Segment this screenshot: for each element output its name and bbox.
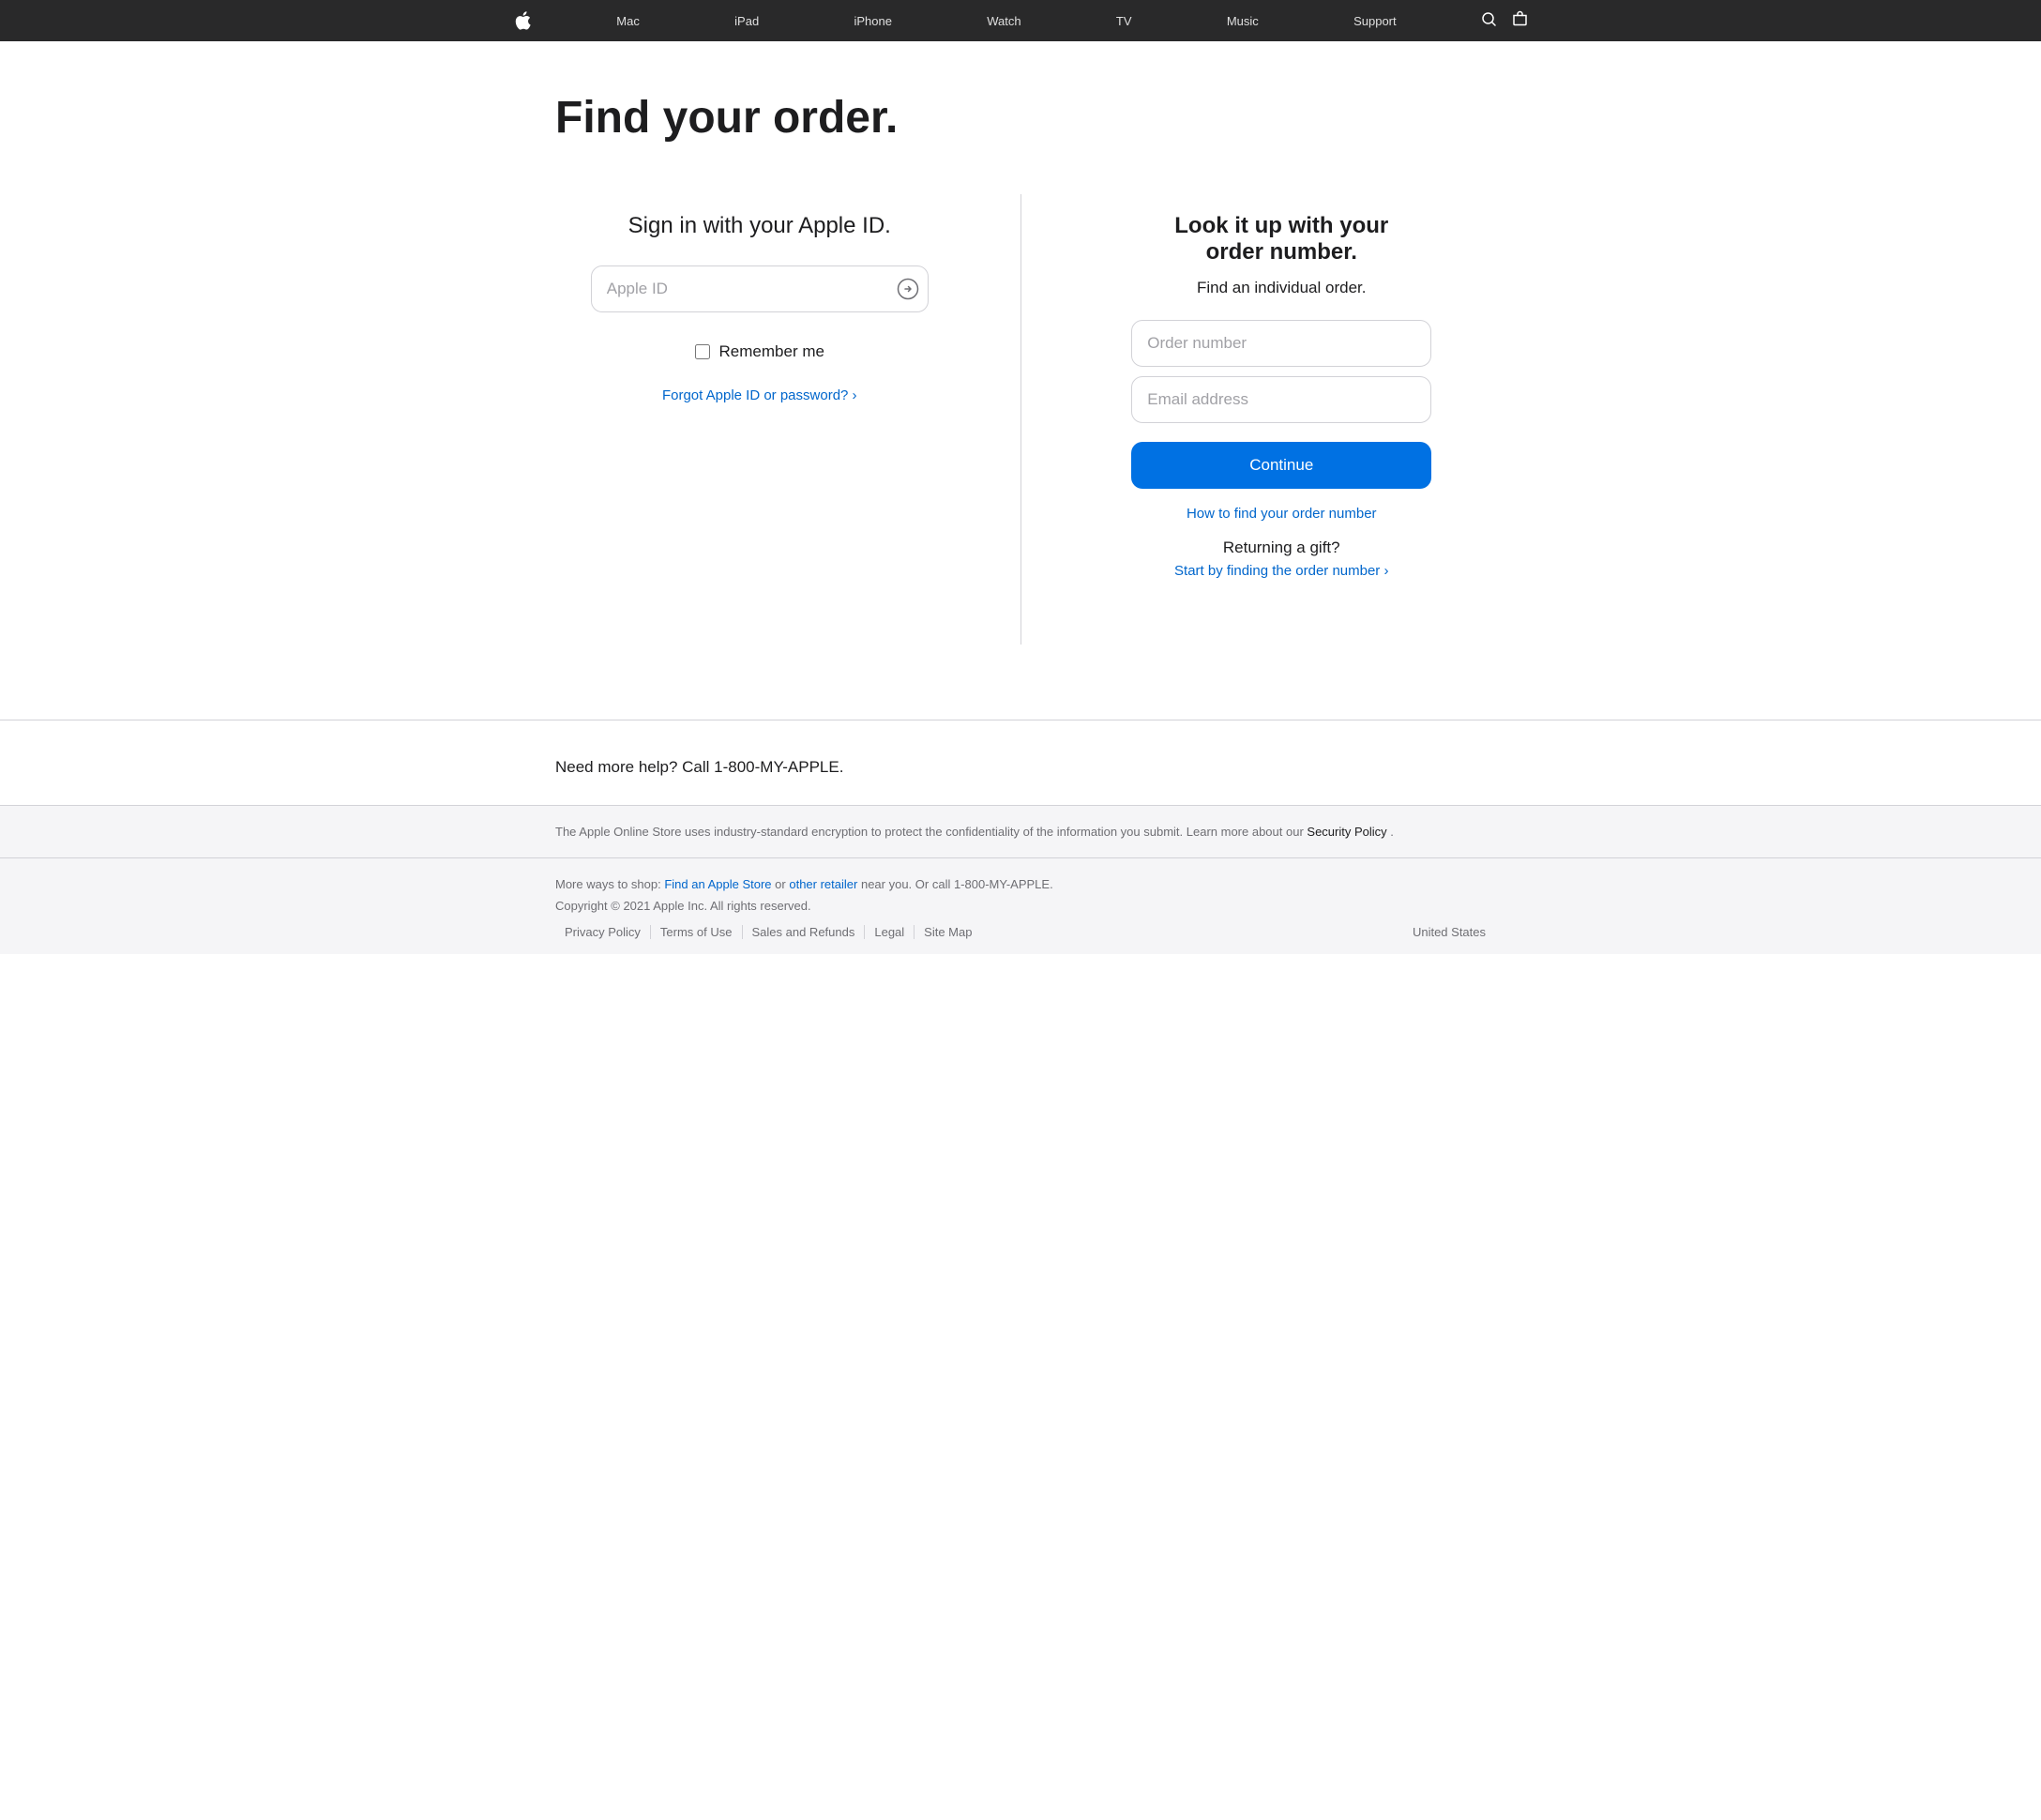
forgot-apple-id-link[interactable]: Forgot Apple ID or password? › <box>662 387 857 403</box>
main-content: Find your order. Sign in with your Apple… <box>514 92 1527 645</box>
security-policy-link[interactable]: Security Policy <box>1307 825 1386 839</box>
remember-me-row: Remember me <box>695 342 824 361</box>
order-form: Continue <box>1131 320 1431 489</box>
footer-help-section: Need more help? Call 1-800-MY-APPLE. <box>0 720 2041 805</box>
page-title: Find your order. <box>555 92 1486 144</box>
footer-left: More ways to shop: Find an Apple Store o… <box>555 873 1053 918</box>
near-text: near you. Or call 1-800-MY-APPLE. <box>861 877 1053 891</box>
more-ways-before: More ways to shop: <box>555 877 661 891</box>
more-ways-text: More ways to shop: Find an Apple Store o… <box>555 873 1053 895</box>
country-selector[interactable]: United States <box>1413 925 1486 939</box>
nav-tv[interactable]: TV <box>1107 14 1141 28</box>
terms-of-use-link[interactable]: Terms of Use <box>651 925 743 939</box>
nav-music[interactable]: Music <box>1217 14 1268 28</box>
legal-link[interactable]: Legal <box>865 925 915 939</box>
site-map-link[interactable]: Site Map <box>915 925 981 939</box>
continue-button[interactable]: Continue <box>1131 442 1431 489</box>
nav-mac[interactable]: Mac <box>607 14 649 28</box>
privacy-policy-link[interactable]: Privacy Policy <box>555 925 651 939</box>
order-lookup-subtext: Find an individual order. <box>1197 279 1367 297</box>
search-icon[interactable] <box>1482 11 1496 31</box>
security-text-after: . <box>1390 825 1394 839</box>
help-text: Need more help? Call 1-800-MY-APPLE. <box>514 758 1527 777</box>
copyright-text: Copyright © 2021 Apple Inc. All rights r… <box>555 895 1053 917</box>
footer-links: Privacy Policy Terms of Use Sales and Re… <box>555 925 981 939</box>
navigation: Mac iPad iPhone Watch TV Music Support <box>0 0 2041 41</box>
find-apple-store-link[interactable]: Find an Apple Store <box>664 877 771 891</box>
start-by-finding-link[interactable]: Start by finding the order number › <box>1174 563 1388 579</box>
sign-in-heading: Sign in with your Apple ID. <box>628 213 891 239</box>
remember-me-label: Remember me <box>719 342 824 361</box>
bag-icon[interactable] <box>1513 10 1527 31</box>
order-number-input[interactable] <box>1131 320 1431 367</box>
footer-bottom: More ways to shop: Find an Apple Store o… <box>0 857 2041 954</box>
footer-security-section: The Apple Online Store uses industry-sta… <box>0 805 2041 857</box>
nav-ipad[interactable]: iPad <box>725 14 768 28</box>
footer-links-row: Privacy Policy Terms of Use Sales and Re… <box>555 925 1486 939</box>
email-address-input[interactable] <box>1131 376 1431 423</box>
nav-support[interactable]: Support <box>1344 14 1406 28</box>
security-text: The Apple Online Store uses industry-sta… <box>514 825 1527 839</box>
returning-gift-section: Returning a gift? Start by finding the o… <box>1174 538 1388 580</box>
how-to-find-order-link[interactable]: How to find your order number <box>1187 506 1377 522</box>
sales-refunds-link[interactable]: Sales and Refunds <box>743 925 866 939</box>
footer-inner: More ways to shop: Find an Apple Store o… <box>514 873 1527 939</box>
apple-logo[interactable] <box>514 10 531 31</box>
returning-gift-title: Returning a gift? <box>1174 538 1388 557</box>
form-columns: Sign in with your Apple ID. Remember me … <box>555 194 1486 645</box>
order-lookup-section: Look it up with your order number. Find … <box>1021 194 1487 580</box>
nav-iphone[interactable]: iPhone <box>844 14 900 28</box>
nav-watch[interactable]: Watch <box>977 14 1030 28</box>
remember-me-checkbox[interactable] <box>695 344 710 359</box>
or-text: or <box>775 877 789 891</box>
apple-id-submit-button[interactable] <box>897 278 919 300</box>
security-text-before: The Apple Online Store uses industry-sta… <box>555 825 1304 839</box>
apple-id-input-wrap <box>591 265 929 312</box>
order-lookup-heading: Look it up with your order number. <box>1150 213 1413 265</box>
sign-in-section: Sign in with your Apple ID. Remember me … <box>555 194 1020 403</box>
apple-id-input[interactable] <box>591 265 929 312</box>
other-retailer-link[interactable]: other retailer <box>789 877 857 891</box>
